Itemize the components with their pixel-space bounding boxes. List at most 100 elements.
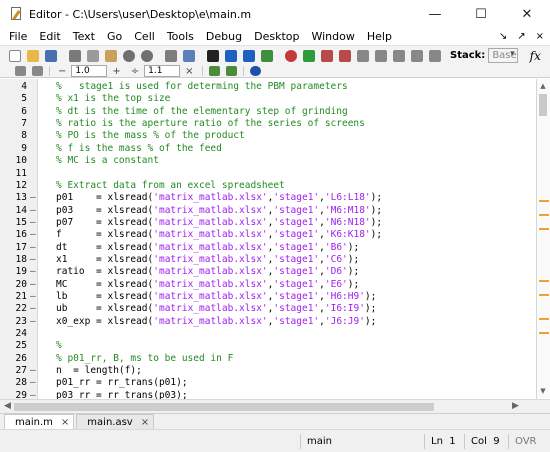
warning-marker[interactable] — [539, 228, 549, 230]
menu-help[interactable]: Help — [361, 30, 398, 43]
tab-main-asv[interactable]: main.asv × — [76, 414, 155, 429]
code-line[interactable]: 29– p03_rr = rr_trans(p03); — [0, 390, 536, 399]
code-line[interactable]: 20– MC = xlsread('matrix_matlab.xlsx','st… — [0, 279, 536, 291]
scroll-up-icon[interactable]: ▲ — [538, 81, 548, 91]
undock-icon[interactable]: ↘ — [499, 31, 507, 42]
code-editor[interactable]: 4 % stage1 is used for determing the PBM … — [0, 79, 536, 399]
code-line[interactable]: 8 % PO is the mass % of the product — [0, 130, 536, 142]
code-line[interactable]: 24 — [0, 328, 536, 340]
scroll-down-icon[interactable]: ▼ — [538, 386, 548, 396]
forward-icon[interactable] — [243, 49, 255, 62]
set-clear-breakpoint-icon[interactable] — [321, 49, 333, 62]
breakpoint-marker[interactable]: – — [30, 266, 36, 278]
scroll-right-icon[interactable]: ▶ — [512, 401, 519, 411]
code-line[interactable]: 21– lb = xlsread('matrix_matlab.xlsx','st… — [0, 291, 536, 303]
redo-icon[interactable] — [141, 49, 153, 62]
code-line[interactable]: 12 % Extract data from an excel spreadshe… — [0, 180, 536, 192]
back-icon[interactable] — [225, 49, 237, 62]
breakpoint-marker[interactable]: – — [30, 217, 36, 229]
decrement-button-1[interactable]: − — [58, 66, 66, 77]
breakpoint-marker[interactable]: – — [30, 192, 36, 204]
maximize-button[interactable]: ☐ — [458, 0, 504, 28]
breakpoint-marker[interactable]: – — [30, 316, 36, 328]
cell-value-input-1[interactable]: 1.0 — [71, 65, 108, 77]
warning-marker[interactable] — [539, 294, 549, 296]
breakpoint-marker[interactable]: – — [30, 205, 36, 217]
comment-icon[interactable] — [208, 66, 220, 76]
code-line[interactable]: 11 — [0, 168, 536, 180]
menu-desktop[interactable]: Desktop — [248, 30, 305, 43]
code-line[interactable]: 27– n = length(f); — [0, 365, 536, 377]
minimize-button[interactable]: — — [412, 0, 458, 28]
menu-text[interactable]: Text — [67, 30, 101, 43]
find-icon[interactable] — [207, 49, 219, 62]
breakpoint-marker[interactable]: – — [30, 303, 36, 315]
multiply-button[interactable]: × — [185, 66, 193, 77]
code-line[interactable]: 28– p01_rr = rr_trans(p01); — [0, 377, 536, 389]
step-out-icon[interactable] — [393, 49, 405, 62]
menu-file[interactable]: File — [0, 30, 33, 43]
undo-icon[interactable] — [123, 49, 135, 62]
breakpoint-icon[interactable] — [285, 49, 297, 62]
increment-button-1[interactable]: + — [112, 66, 120, 77]
menu-debug[interactable]: Debug — [200, 30, 248, 43]
code-line[interactable]: 10 % MC is a constant — [0, 155, 536, 167]
exit-debug-icon[interactable] — [429, 49, 441, 62]
menu-go[interactable]: Go — [101, 30, 128, 43]
info-icon[interactable] — [249, 66, 261, 76]
breakpoint-marker[interactable]: – — [30, 254, 36, 266]
breakpoint-marker[interactable]: – — [30, 365, 36, 377]
uncomment-icon[interactable] — [225, 66, 237, 76]
tab-main-m[interactable]: main.m × — [4, 414, 75, 429]
breakpoint-marker[interactable]: – — [30, 291, 36, 303]
code-line[interactable]: 13– p01 = xlsread('matrix_matlab.xlsx','s… — [0, 192, 536, 204]
cut-icon[interactable] — [69, 49, 81, 62]
stack-select[interactable]: Base — [488, 48, 518, 63]
close-button[interactable]: ✕ — [504, 0, 550, 28]
menu-window[interactable]: Window — [305, 30, 360, 43]
open-icon[interactable] — [27, 49, 39, 62]
paste-icon[interactable] — [105, 49, 117, 62]
breakpoint-marker[interactable]: – — [30, 390, 36, 399]
print-icon[interactable] — [165, 49, 177, 62]
warning-marker[interactable] — [539, 332, 549, 334]
save-icon[interactable] — [45, 49, 57, 62]
code-line[interactable]: 22– ub = xlsread('matrix_matlab.xlsx','st… — [0, 303, 536, 315]
warning-marker[interactable] — [539, 318, 549, 320]
scroll-left-icon[interactable]: ◀ — [4, 401, 11, 411]
warning-marker[interactable] — [539, 214, 549, 216]
cell-eval-advance-icon[interactable] — [32, 66, 43, 76]
step-in-icon[interactable] — [375, 49, 387, 62]
run-icon[interactable] — [303, 49, 315, 62]
code-line[interactable]: 9 % f is the mass % of the feed — [0, 143, 536, 155]
code-line[interactable]: 26 % p01_rr, B, ms to be used in F — [0, 353, 536, 365]
code-line[interactable]: 7 % ratio is the aperture ratio of the se… — [0, 118, 536, 130]
horizontal-scroll-thumb[interactable] — [14, 403, 434, 411]
code-line[interactable]: 19– ratio = xlsread('matrix_matlab.xlsx',… — [0, 266, 536, 278]
cell-eval-icon[interactable] — [15, 66, 26, 76]
tab-close-icon[interactable]: × — [141, 417, 149, 428]
vertical-scrollbar[interactable] — [536, 79, 550, 399]
breakpoint-marker[interactable]: – — [30, 377, 36, 389]
code-line[interactable]: 25% — [0, 340, 536, 352]
breakpoint-marker[interactable]: – — [30, 242, 36, 254]
code-line[interactable]: 18– x1 = xlsread('matrix_matlab.xlsx','st… — [0, 254, 536, 266]
close-document-icon[interactable]: × — [536, 31, 544, 42]
breakpoint-marker[interactable]: – — [30, 279, 36, 291]
cell-value-input-2[interactable]: 1.1 — [144, 65, 181, 77]
code-line[interactable]: 23– x0_exp = xlsread('matrix_matlab.xlsx'… — [0, 316, 536, 328]
warning-marker[interactable] — [539, 200, 549, 202]
find-files-icon[interactable] — [183, 49, 195, 62]
code-line[interactable]: 4 % stage1 is used for determing the PBM … — [0, 81, 536, 93]
step-icon[interactable] — [357, 49, 369, 62]
menu-cell[interactable]: Cell — [128, 30, 161, 43]
new-file-icon[interactable] — [9, 49, 21, 62]
menu-tools[interactable]: Tools — [161, 30, 200, 43]
vertical-scroll-thumb[interactable] — [539, 94, 547, 116]
warning-marker[interactable] — [539, 280, 549, 282]
code-line[interactable]: 5 % x1 is the top size — [0, 93, 536, 105]
horizontal-scrollbar[interactable]: ◀ ▶ — [0, 399, 550, 413]
copy-icon[interactable] — [87, 49, 99, 62]
code-line[interactable]: 16– f = xlsread('matrix_matlab.xlsx','sta… — [0, 229, 536, 241]
code-line[interactable]: 6 % dt is the time of the elementary step… — [0, 106, 536, 118]
